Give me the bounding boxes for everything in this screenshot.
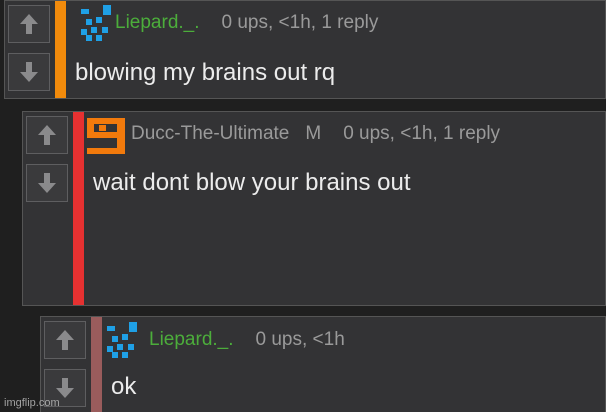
arrow-up-icon — [38, 125, 56, 145]
arrow-up-icon — [56, 330, 74, 350]
pixel-avatar-icon — [107, 322, 137, 358]
thread-color-bar — [55, 1, 66, 98]
arrow-down-icon — [38, 173, 56, 193]
downvote-button[interactable] — [8, 53, 50, 91]
comment-text: blowing my brains out rq — [75, 59, 336, 86]
comment-thread: Liepard._. 0 ups, <1h, 1 reply blowing m… — [0, 0, 606, 412]
comment-text: ok — [111, 373, 137, 400]
username-link[interactable]: Ducc-The-Ultimate — [131, 123, 289, 145]
comment-1: Liepard._. 0 ups, <1h, 1 reply blowing m… — [4, 0, 606, 99]
username-link[interactable]: Liepard._. — [115, 12, 200, 34]
upvote-button[interactable] — [8, 5, 50, 43]
comment-stats: 0 ups, <1h — [255, 329, 345, 350]
thread-color-bar — [91, 317, 102, 412]
comment-2: Ducc-The-Ultimate M 0 ups, <1h, 1 reply … — [22, 111, 606, 306]
arrow-up-icon — [20, 14, 38, 34]
arrow-down-icon — [20, 62, 38, 82]
comment-stats: 0 ups, <1h, 1 reply — [343, 123, 501, 144]
upvote-button[interactable] — [44, 321, 86, 359]
arrow-down-icon — [56, 378, 74, 398]
mod-badge: M — [305, 123, 322, 144]
comment-text: wait dont blow your brains out — [93, 169, 411, 196]
watermark: imgflip.com — [4, 397, 60, 409]
upvote-button[interactable] — [26, 116, 68, 154]
pixel-avatar-icon — [81, 5, 111, 41]
thread-color-bar — [73, 112, 84, 305]
downvote-button[interactable] — [26, 164, 68, 202]
comment-meta: Liepard._. 0 ups, <1h — [149, 329, 345, 351]
comment-stats: 0 ups, <1h, 1 reply — [221, 12, 379, 33]
comment-meta: Liepard._. 0 ups, <1h, 1 reply — [115, 12, 378, 34]
pixel-avatar-icon — [87, 118, 125, 154]
username-link[interactable]: Liepard._. — [149, 329, 234, 351]
comment-meta: Ducc-The-Ultimate M 0 ups, <1h, 1 reply — [131, 123, 500, 145]
comment-3: Liepard._. 0 ups, <1h ok — [40, 316, 606, 412]
